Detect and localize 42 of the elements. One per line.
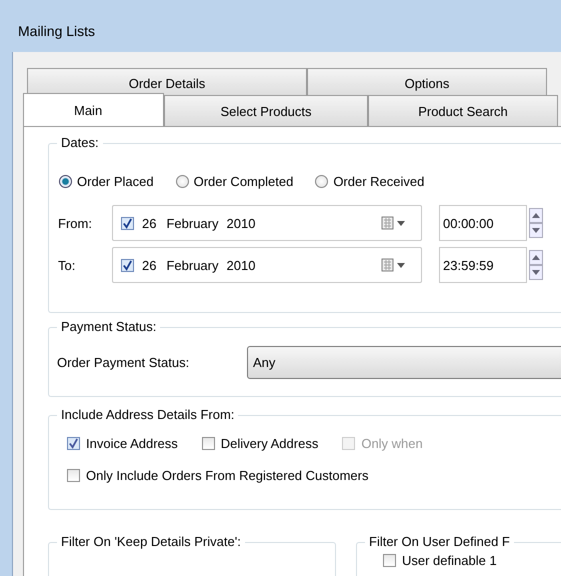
checkbox-label: Delivery Address <box>220 436 318 451</box>
time-field[interactable]: 23:59:59 <box>439 247 527 283</box>
field-label: To: <box>58 258 76 272</box>
checkbox-label: Only Include Orders From Registered Customers <box>86 468 368 483</box>
checkbox[interactable] <box>202 437 215 450</box>
tab[interactable]: Product Search <box>368 95 558 126</box>
radio-button[interactable] <box>59 175 72 188</box>
radio-option[interactable]: Order Received <box>315 174 424 189</box>
calendar-dropdown-icon[interactable] <box>381 258 407 272</box>
tab[interactable]: Main <box>23 93 164 126</box>
checkbox-label: Only when <box>361 436 423 451</box>
spinner-icon[interactable] <box>529 208 543 238</box>
radio-label: Order Placed <box>77 174 154 189</box>
date-picker[interactable]: 26 February 2010 <box>112 205 422 241</box>
radio-option[interactable]: Order Placed <box>59 174 154 189</box>
tab[interactable]: Options <box>307 68 547 97</box>
checkbox-label: Invoice Address <box>86 436 178 451</box>
checkbox[interactable] <box>383 554 396 567</box>
calendar-dropdown-icon[interactable] <box>381 216 407 230</box>
radio-button[interactable] <box>315 175 328 188</box>
radio-option[interactable]: Order Completed <box>176 174 294 189</box>
spinner-icon[interactable] <box>529 250 543 280</box>
time-field[interactable]: 00:00:00 <box>439 205 527 241</box>
checkbox-label: User definable 1 <box>402 553 497 568</box>
radio-button[interactable] <box>176 175 189 188</box>
group-title: Dates: <box>57 135 103 150</box>
checkbox[interactable] <box>121 216 134 230</box>
field-label: From: <box>58 216 93 230</box>
checkbox[interactable] <box>67 437 80 450</box>
date-picker[interactable]: 26 February 2010 <box>112 247 422 283</box>
radio-label: Order Completed <box>194 174 294 189</box>
group-title: Include Address Details From: <box>57 407 238 422</box>
field-label: Order Payment Status: <box>57 355 190 370</box>
radio-label: Order Received <box>333 174 424 189</box>
group-title: Filter On User Defined F <box>365 534 514 549</box>
checkbox[interactable] <box>121 258 134 272</box>
group-title: Payment Status: <box>57 319 160 334</box>
tab[interactable]: Select Products <box>164 95 368 126</box>
tab[interactable]: Order Details <box>27 68 307 97</box>
group-title: Filter On 'Keep Details Private': <box>57 534 245 549</box>
checkbox[interactable] <box>67 469 80 482</box>
dropdown[interactable]: Any <box>247 346 561 379</box>
